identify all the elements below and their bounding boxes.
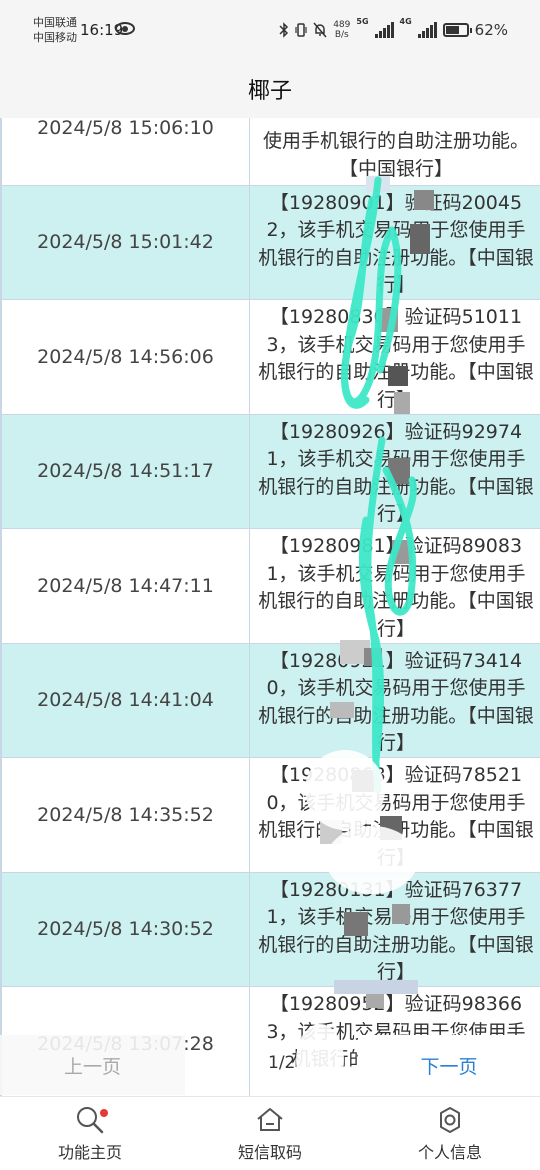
table-row[interactable]: 2024/5/8 14:47:11 【19280981】验证码890831，该手… [0,529,540,644]
bottom-nav: 功能主页 短信取码 个人信息 [0,1096,540,1170]
sms-rows: 2024/5/8 15:06:10 使用手机银行的自助注册功能。【中国银行】 2… [0,118,540,1096]
table-row[interactable]: 2024/5/8 14:35:52 【19280868】验证码785210，该手… [0,758,540,873]
net-speed-value: 489 [333,20,351,30]
battery-icon [442,23,472,37]
row-message: 【19280901】验证码200452，该手机交易码用于您使用手机银行的自助注册… [258,191,534,297]
vibrate-icon [295,23,307,37]
table-row[interactable]: 2024/5/8 15:01:42 【19280901】验证码200452，该手… [0,185,540,300]
row-time: 2024/5/8 15:01:42 [0,185,250,299]
net-speed-unit: B/s [334,30,349,40]
carrier-1: 中国联通 [33,16,77,29]
status-bar: 中国联通 中国移动 16:19 489 B/s 5G 4G 62% [0,0,540,60]
sms-table[interactable]: 2024/5/8 15:06:10 使用手机银行的自助注册功能。【中国银行】 2… [0,118,540,1096]
page-title: 椰子 [247,79,292,104]
row-message: 【19280921】验证码734140，该手机交易码用于您使用手机银行的自助注册… [258,649,534,755]
bluetooth-icon [279,22,289,38]
row-message: 【19280926】验证码929741，该手机交易码用于您使用手机银行的自助注册… [258,420,534,526]
nav-label: 短信取码 [237,1143,302,1162]
prev-page-button[interactable]: 上一页 [0,1035,185,1095]
carrier-2: 中国移动 [33,31,77,44]
net-type-1: 5G [356,17,369,26]
pager: 上一页 1/2 下一页 [0,1035,540,1095]
table-row[interactable]: 2024/5/8 14:51:17 【19280926】验证码929741，该手… [0,414,540,529]
table-row[interactable]: 2024/5/8 15:06:10 使用手机银行的自助注册功能。【中国银行】 [0,118,540,186]
signal-bars-1-icon [374,22,394,38]
row-time: 2024/5/8 14:47:11 [0,529,250,643]
page-indicator: 1/2 [268,1053,296,1073]
row-message: 【19280868】验证码785210，该手机交易码用于您使用手机银行的自助注册… [258,764,534,869]
notification-dot [100,1109,108,1117]
row-message: 【19280830】验证码510113，该手机交易码用于您使用手机银行的自助注册… [258,306,534,411]
row-message: 【19280131】验证码763771，该手机交易码用于您使用手机银行的自助注册… [258,878,534,984]
app-header: 椰子 [0,60,540,118]
carrier-info: 中国联通 中国移动 [33,15,77,45]
row-time: 2024/5/8 14:56:06 [0,300,250,414]
next-page-button[interactable]: 下一页 [358,1035,540,1095]
mute-bell-icon [313,22,327,38]
eye-icon [115,22,135,35]
signal-bars-2-icon [417,22,437,38]
battery-percent: 62% [474,21,508,39]
row-message: 【19280981】验证码890831，该手机交易码用于您使用手机银行的自助注册… [258,535,534,640]
status-indicators: 489 B/s 5G 4G 62% [279,17,508,43]
net-type-2: 4G [399,17,412,26]
row-message: 使用手机银行的自助注册功能。【中国银行】 [262,130,529,180]
table-row[interactable]: 2024/5/8 14:56:06 【19280830】验证码510113，该手… [0,300,540,415]
nav-item-home[interactable]: 功能主页 [0,1097,180,1170]
net-speed: 489 B/s [333,20,350,40]
nav-item-sms[interactable]: 短信取码 [180,1097,360,1170]
table-row[interactable]: 2024/5/8 14:41:04 【19280921】验证码734140，该手… [0,643,540,758]
row-time: 2024/5/8 14:30:52 [0,872,250,986]
gear-icon [440,1107,460,1133]
row-time: 2024/5/8 14:35:52 [0,758,250,872]
table-row[interactable]: 2024/5/8 14:30:52 【19280131】验证码763771，该手… [0,872,540,987]
nav-label: 个人信息 [417,1143,482,1162]
row-time: 2024/5/8 15:06:10 [0,118,250,185]
nav-item-profile[interactable]: 个人信息 [360,1097,540,1170]
nav-label: 功能主页 [57,1143,122,1162]
row-time: 2024/5/8 14:41:04 [0,643,250,757]
home-icon [257,1108,283,1131]
row-time: 2024/5/8 14:51:17 [0,414,250,528]
